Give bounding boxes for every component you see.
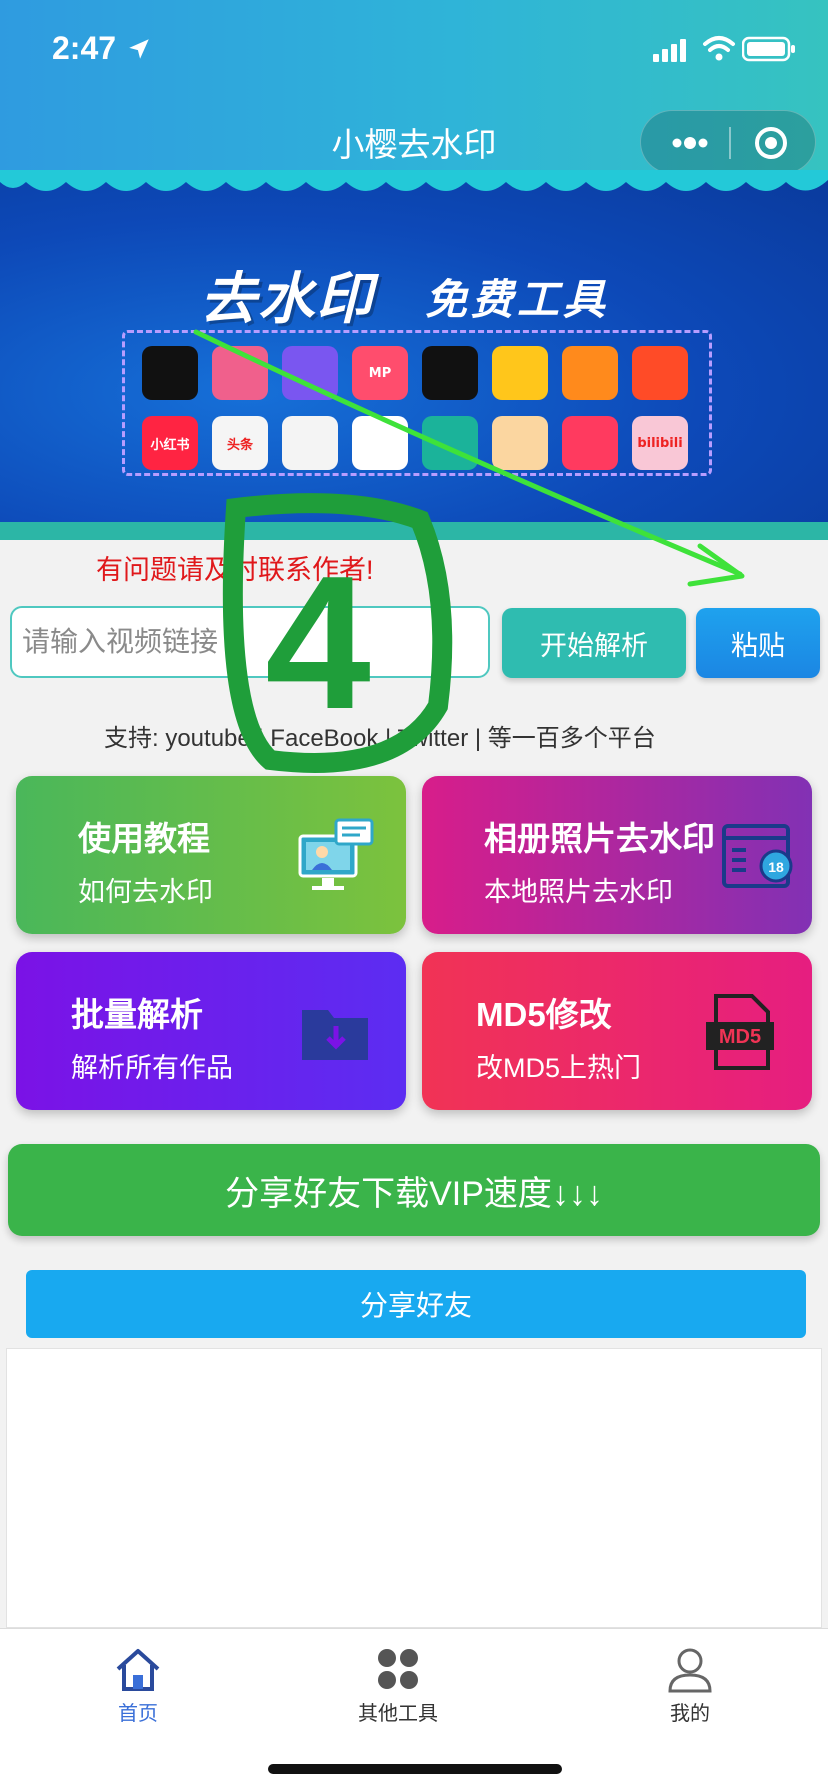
promo-banner[interactable]: 去水印 免费工具 MP 小红书 头条 bilibili (0, 170, 828, 540)
tab-label: 首页 (118, 1703, 158, 1725)
share-friends-button[interactable]: 分享好友 (26, 1270, 806, 1338)
play-circle-icon (562, 416, 618, 470)
tab-label: 我的 (670, 1703, 710, 1725)
bilibili-icon: bilibili (632, 416, 688, 470)
card-title: MD5修改 (476, 996, 612, 1033)
cartoon-icon (492, 416, 548, 470)
user-icon (668, 1648, 712, 1693)
top-header: 2:47 小樱去水印 (0, 0, 828, 190)
status-time: 2:47 (52, 30, 117, 66)
svg-text:MD5: MD5 (719, 1026, 761, 1048)
face-icon (422, 346, 478, 400)
tab-label: 其他工具 (358, 1703, 438, 1725)
paste-button[interactable]: 粘贴 (696, 608, 820, 678)
kuaishou-play-icon (282, 346, 338, 400)
supported-platforms-text: 支持: youtube | FaceBook | Twitter | 等一百多个… (104, 725, 656, 752)
tab-home[interactable]: 首页 (58, 1643, 218, 1726)
vip-share-banner[interactable]: 分享好友下载VIP速度↓↓↓ (8, 1144, 820, 1236)
banner-title: 去水印 (200, 267, 374, 332)
video-url-input[interactable] (10, 606, 490, 678)
ad-content-area (6, 1348, 822, 1628)
douyin-icon (142, 346, 198, 400)
green-arrow-head (687, 543, 745, 587)
chick-icon (492, 346, 548, 400)
monitor-chat-icon (298, 818, 374, 890)
mp-icon: MP (352, 346, 408, 400)
kuaishou-icon (562, 346, 618, 400)
md5-file-icon: MD5 (706, 994, 774, 1070)
card-subtitle: 本地照片去水印 (484, 877, 673, 907)
miniprogram-capsule (640, 110, 816, 174)
svg-text:18: 18 (768, 859, 784, 875)
more-icon[interactable] (665, 129, 715, 157)
contact-notice: 有问题请及时联系作者! (96, 555, 374, 585)
tutorial-card[interactable]: 使用教程 如何去水印 (16, 776, 406, 934)
banner-subtitle: 免费工具 (425, 275, 610, 324)
toutiao-icon: 头条 (212, 416, 268, 470)
wifi-icon (703, 36, 735, 61)
chat-icon (352, 416, 408, 470)
card-subtitle: 改MD5上热门 (476, 1053, 642, 1083)
owl-icon (422, 416, 478, 470)
home-icon (116, 1649, 160, 1691)
card-title: 相册照片去水印 (484, 820, 715, 857)
md5-modify-card[interactable]: MD5修改 改MD5上热门 MD5 (422, 952, 812, 1110)
banner-bottom-stripe (0, 522, 828, 540)
battery-icon (742, 36, 795, 62)
card-subtitle: 如何去水印 (78, 877, 213, 907)
album-watermark-card[interactable]: 相册照片去水印 本地照片去水印 18 (422, 776, 812, 934)
home-indicator (268, 1764, 562, 1774)
close-target-icon[interactable] (751, 123, 791, 163)
location-arrow-icon (129, 39, 149, 59)
capsule-divider (729, 127, 731, 159)
folder-download-icon (302, 1010, 368, 1060)
weishi-play-icon (282, 416, 338, 470)
xiaohongshu-icon: 小红书 (142, 416, 198, 470)
signal-icon (653, 39, 686, 62)
tab-other-tools[interactable]: 其他工具 (318, 1643, 478, 1726)
batch-parse-card[interactable]: 批量解析 解析所有作品 (16, 952, 406, 1110)
weishi-icon (212, 346, 268, 400)
card-subtitle: 解析所有作品 (71, 1053, 233, 1083)
photo-list-icon: 18 (722, 824, 793, 888)
wave-decoration (0, 170, 828, 191)
card-title: 使用教程 (78, 820, 210, 857)
fire-icon (632, 346, 688, 400)
card-title: 批量解析 (71, 996, 203, 1033)
start-parse-button[interactable]: 开始解析 (502, 608, 686, 678)
clover-icon (378, 1649, 418, 1689)
tab-me[interactable]: 我的 (610, 1643, 770, 1726)
supported-apps-grid: MP 小红书 头条 bilibili (142, 346, 702, 470)
